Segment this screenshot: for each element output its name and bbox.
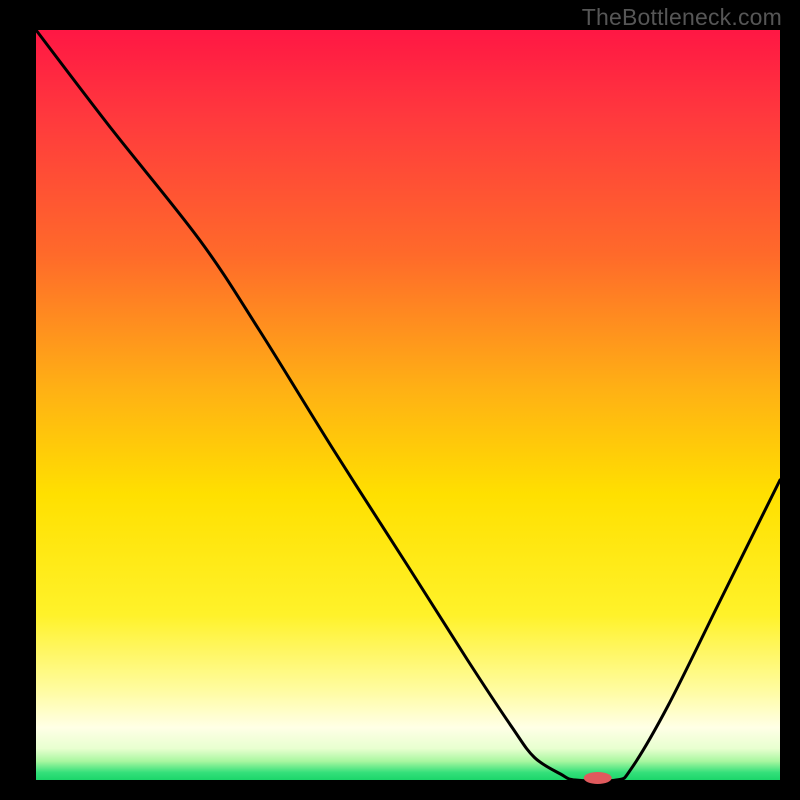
- bottleneck-chart: [0, 0, 800, 800]
- plot-background: [36, 30, 780, 780]
- optimal-marker: [584, 772, 612, 784]
- watermark-text: TheBottleneck.com: [582, 4, 782, 31]
- chart-frame: TheBottleneck.com: [0, 0, 800, 800]
